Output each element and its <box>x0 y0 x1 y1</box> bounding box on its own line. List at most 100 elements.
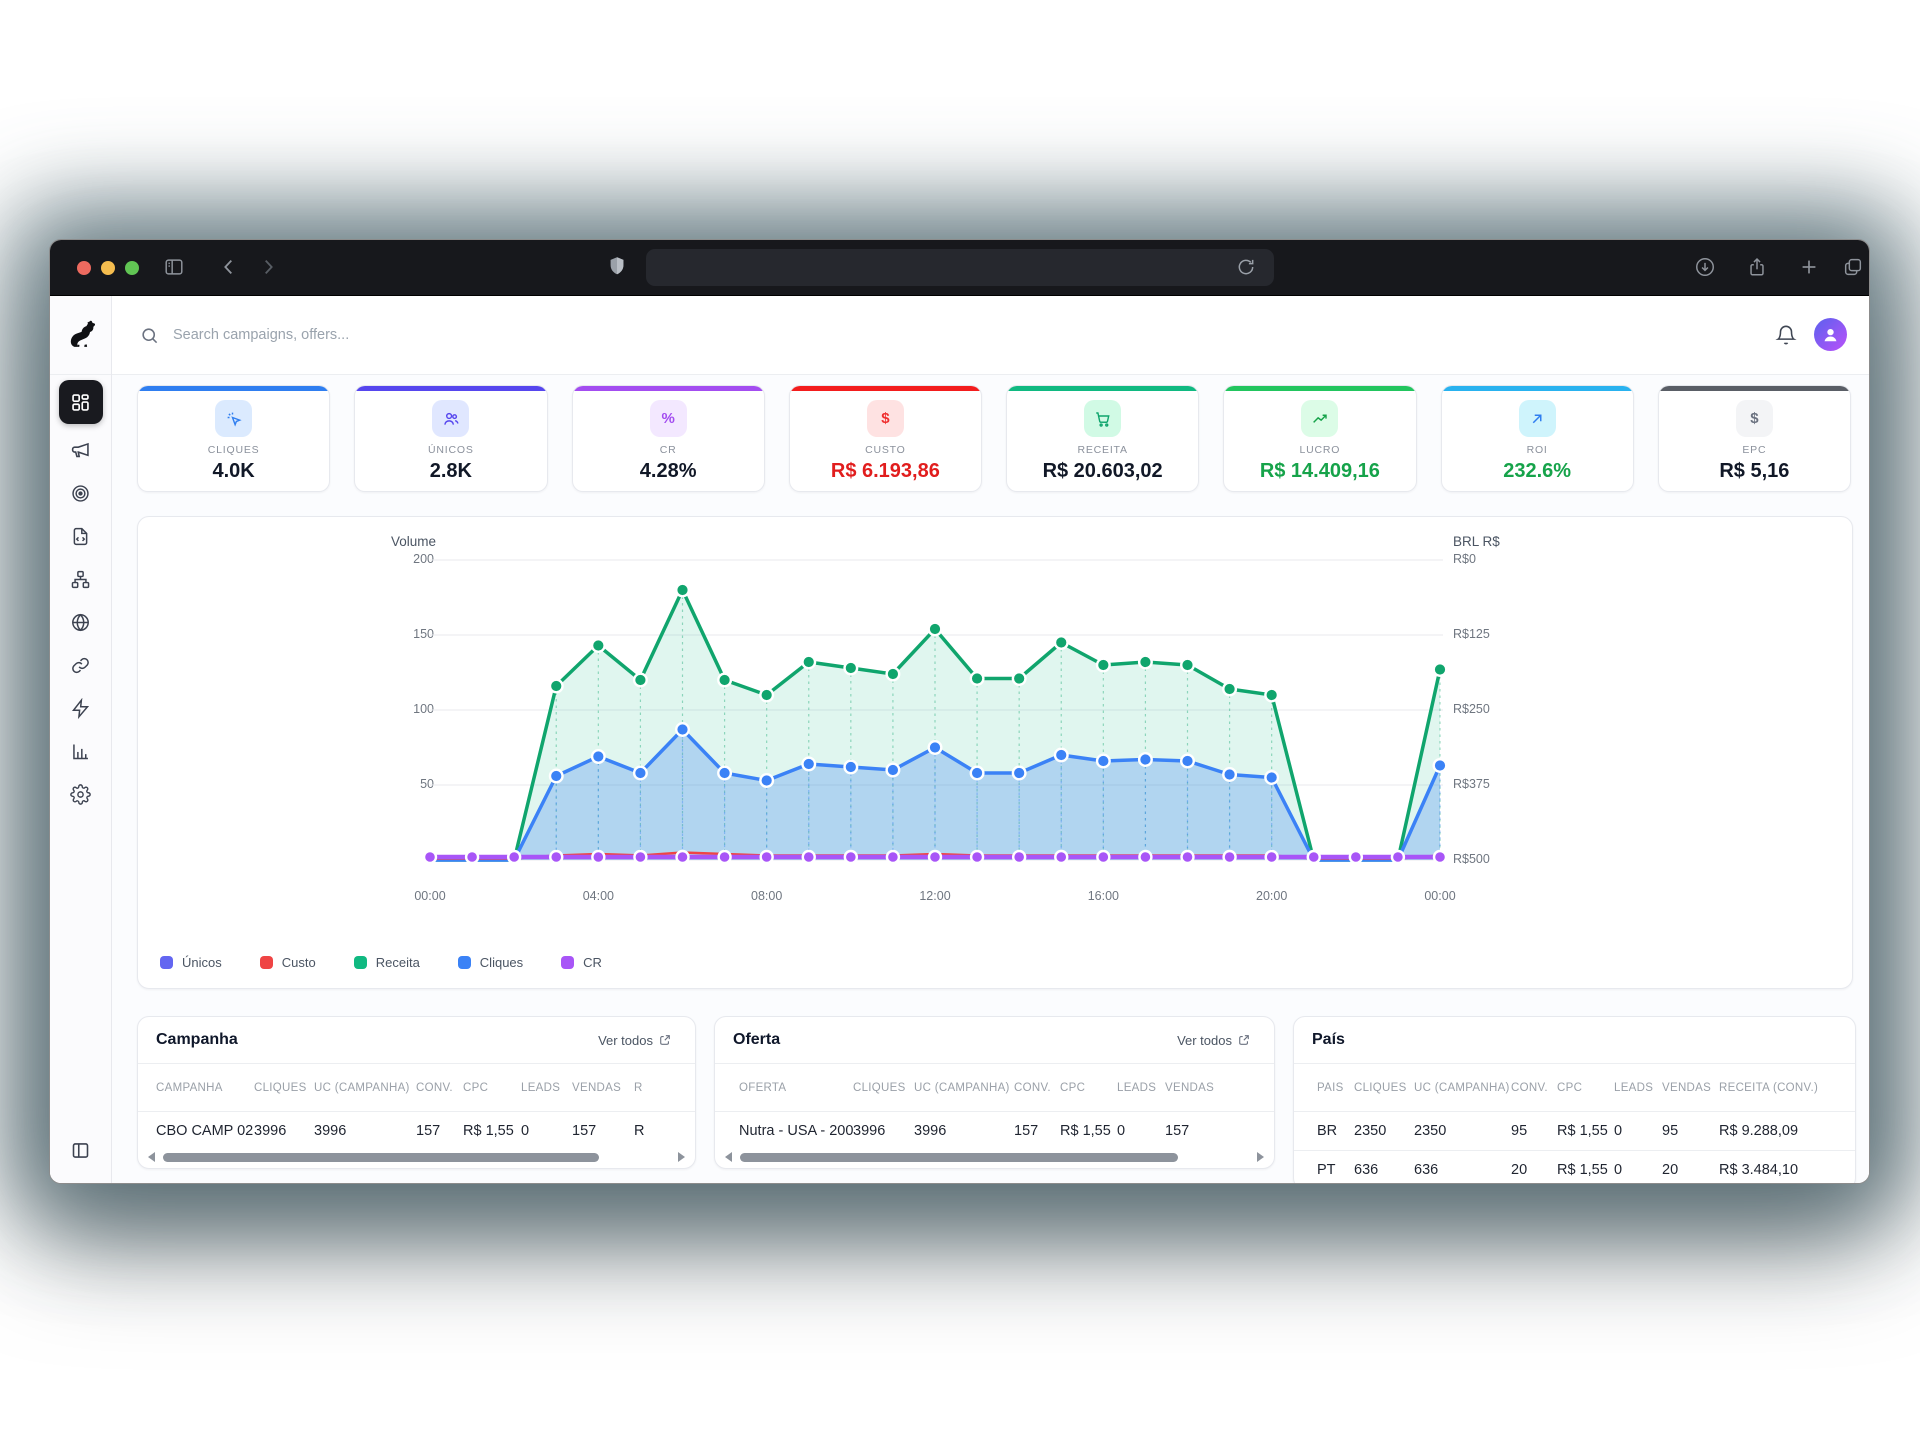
app-logo[interactable] <box>50 296 111 375</box>
sidebar-collapse-button[interactable] <box>61 1130 101 1170</box>
kpi-label: RECEITA <box>1077 444 1127 456</box>
sidebar-item-domains[interactable] <box>61 602 101 642</box>
table-cell: 0 <box>1117 1123 1165 1139</box>
scrollbar-track[interactable] <box>740 1153 1249 1162</box>
scroll-right-arrow[interactable] <box>678 1152 685 1162</box>
column-header: UC (CAMPANHA) <box>1414 1082 1511 1094</box>
kpi-row: CLIQUES4.0KÚNICOS2.8K%CR4.28%$CUSTOR$ 6.… <box>137 385 1851 492</box>
sidebar-item-reports[interactable] <box>61 731 101 771</box>
zoom-button[interactable] <box>125 261 139 275</box>
scroll-left-arrow[interactable] <box>725 1152 732 1162</box>
horizontal-scrollbar[interactable] <box>138 1150 695 1164</box>
new-tab-icon[interactable] <box>1798 256 1820 278</box>
kpi-card-receita: RECEITAR$ 20.603,02 <box>1006 385 1199 492</box>
column-header: CLIQUES <box>1354 1082 1414 1094</box>
tab-overview-icon[interactable] <box>1842 256 1864 278</box>
scroll-left-arrow[interactable] <box>148 1152 155 1162</box>
column-header: CPC <box>1557 1082 1614 1094</box>
legend-label: Únicos <box>182 955 222 970</box>
horizontal-scrollbar[interactable] <box>715 1150 1274 1164</box>
table-cell: 0 <box>521 1123 572 1139</box>
person-icon <box>1821 325 1840 344</box>
kpi-value: R$ 14.409,16 <box>1260 460 1380 483</box>
table-card-header: CampanhaVer todos <box>138 1017 695 1064</box>
scrollbar-thumb[interactable] <box>740 1153 1178 1162</box>
kpi-label: CUSTO <box>865 444 906 456</box>
table-cell: R$ 1,55 <box>1557 1123 1614 1139</box>
search-input[interactable] <box>171 326 595 344</box>
column-header: CONV. <box>416 1082 463 1094</box>
column-header: CONV. <box>1014 1082 1060 1094</box>
main-area: CLIQUES4.0KÚNICOS2.8K%CR4.28%$CUSTOR$ 6.… <box>112 296 1869 1183</box>
downloads-icon[interactable] <box>1694 256 1716 278</box>
sidebar-item-automations[interactable] <box>61 688 101 728</box>
legend-swatch <box>160 956 173 969</box>
kpi-card-cr: %CR4.28% <box>572 385 765 492</box>
sidebar-item-dashboard[interactable] <box>59 380 103 424</box>
forward-button[interactable] <box>257 256 279 278</box>
table-cell: 95 <box>1511 1123 1557 1139</box>
table-cell: R$ 1,55 <box>1557 1162 1614 1178</box>
notifications-bell-icon[interactable] <box>1775 324 1797 346</box>
sidebar-item-flows[interactable] <box>61 559 101 599</box>
legend-item-cliques[interactable]: Cliques <box>458 955 523 970</box>
table-cell: 2350 <box>1414 1123 1511 1139</box>
table-cell: 3996 <box>254 1123 314 1139</box>
back-button[interactable] <box>218 256 240 278</box>
legend-swatch <box>561 956 574 969</box>
click-icon <box>215 400 252 437</box>
column-header: VENDAS <box>572 1082 634 1094</box>
sidebar-item-pages[interactable] <box>61 516 101 556</box>
column-header: UC (CAMPANHA) <box>314 1082 416 1094</box>
dashboard-grid-icon <box>70 392 91 413</box>
kpi-accent-bar <box>1224 386 1415 391</box>
ver-todos-label: Ver todos <box>598 1033 653 1048</box>
legend-item-unicos[interactable]: Únicos <box>160 955 222 970</box>
ver-todos-link[interactable]: Ver todos <box>1177 1033 1250 1048</box>
user-avatar[interactable] <box>1814 318 1847 351</box>
table-card-header: Oferta Ver todos <box>715 1017 1274 1064</box>
kpi-card-cliques: CLIQUES4.0K <box>137 385 330 492</box>
legend-item-custo[interactable]: Custo <box>260 955 316 970</box>
column-header: CONV. <box>1511 1082 1557 1094</box>
kpi-card-lucro: LUCROR$ 14.409,16 <box>1223 385 1416 492</box>
shield-icon[interactable] <box>606 255 628 277</box>
minimize-button[interactable] <box>101 261 115 275</box>
browser-titlebar <box>50 240 1869 296</box>
sidebar-item-targets[interactable] <box>61 473 101 513</box>
external-link-icon <box>659 1034 671 1046</box>
legend-item-receita[interactable]: Receita <box>354 955 420 970</box>
search-icon <box>140 326 159 345</box>
kpi-accent-bar <box>355 386 546 391</box>
kpi-label: ROI <box>1527 444 1548 456</box>
sidebar-toggle-icon[interactable] <box>163 256 185 278</box>
table-cell: 157 <box>1014 1123 1060 1139</box>
chart-legend: Únicos Custo Receita Cliques CR <box>160 955 602 970</box>
kpi-accent-bar <box>1659 386 1850 391</box>
table-cell: 3996 <box>914 1123 1014 1139</box>
table-cell: 0 <box>1614 1123 1662 1139</box>
scrollbar-track[interactable] <box>163 1153 670 1162</box>
column-header: UC (CAMPANHA) <box>914 1082 1014 1094</box>
sidebar-item-links[interactable] <box>61 645 101 685</box>
table-cell: 3996 <box>853 1123 914 1139</box>
table-cell: 95 <box>1662 1123 1719 1139</box>
table-row: PT63663620R$ 1,55020R$ 3.484,10 <box>1294 1151 1855 1184</box>
ver-todos-link[interactable]: Ver todos <box>598 1033 671 1048</box>
legend-item-cr[interactable]: CR <box>561 955 602 970</box>
scroll-right-arrow[interactable] <box>1257 1152 1264 1162</box>
table-cell: PT <box>1317 1162 1354 1178</box>
address-bar[interactable] <box>646 249 1274 286</box>
column-header: CLIQUES <box>853 1082 914 1094</box>
link-icon <box>70 655 91 676</box>
table-cell: R <box>634 1123 695 1139</box>
sidebar-item-settings[interactable] <box>61 774 101 814</box>
column-header: LEADS <box>1117 1082 1165 1094</box>
close-button[interactable] <box>77 261 91 275</box>
table-cell: 157 <box>572 1123 634 1139</box>
table-title: Oferta <box>733 1031 780 1049</box>
scrollbar-thumb[interactable] <box>163 1153 599 1162</box>
sidebar-item-campaigns[interactable] <box>61 430 101 470</box>
reload-icon[interactable] <box>1236 257 1256 277</box>
share-icon[interactable] <box>1746 256 1768 278</box>
